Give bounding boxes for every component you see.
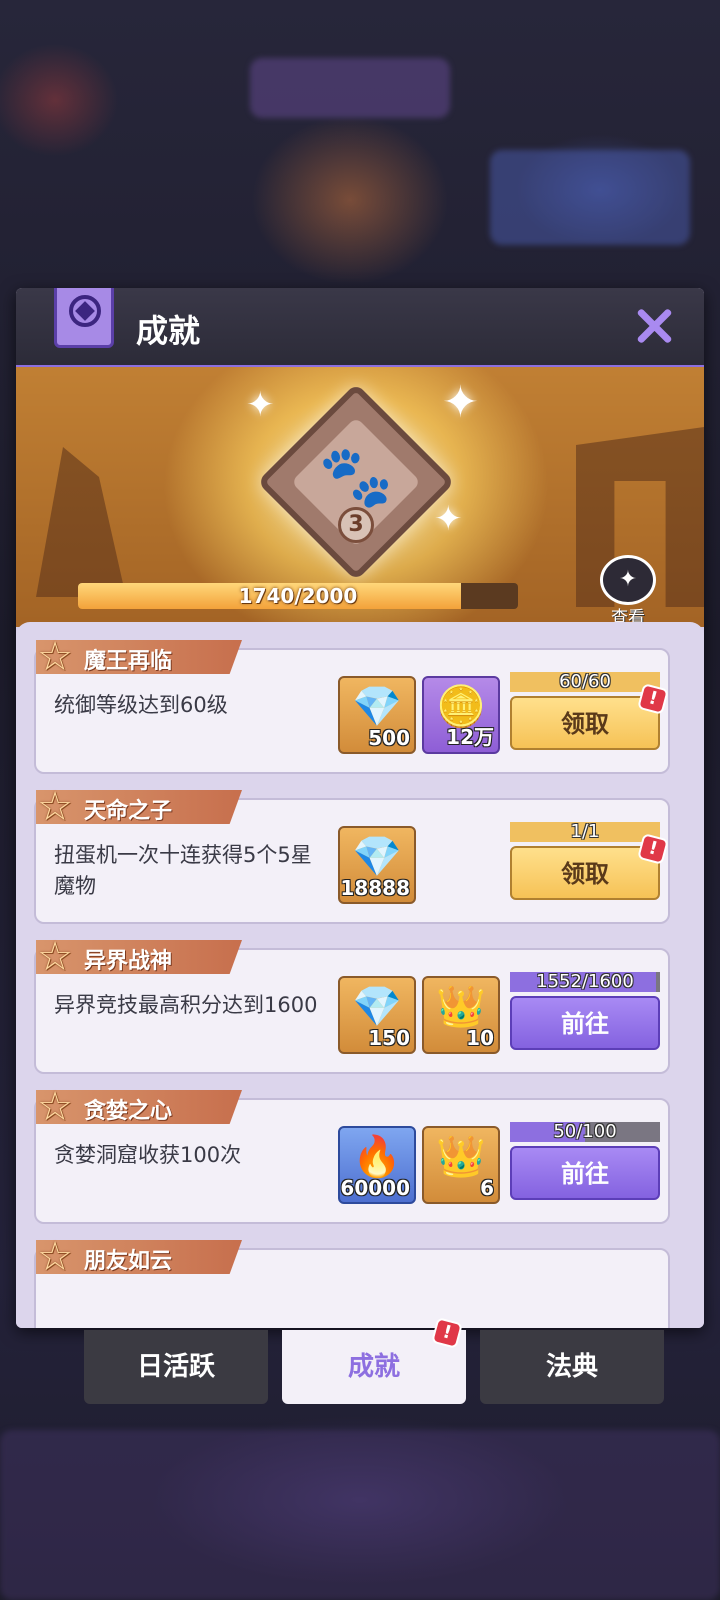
view-button[interactable]: ✦ 查看 [600,555,656,628]
desert-rock-left [36,447,126,597]
sparkle-icon: ✦ [246,385,275,425]
reward-item[interactable]: 💎 500 [338,676,416,754]
tab-achievements[interactable]: 成就! [282,1317,466,1404]
star-icon: ☆ [37,784,73,830]
achievement-name: 天命之子 [84,799,173,824]
compass-icon: ✦ [600,555,656,605]
calendar-icon [54,288,114,348]
star-icon: ☆ [37,634,73,680]
modal-header: 成就 [16,288,704,370]
background-event-banner [490,150,690,245]
close-icon[interactable] [634,306,674,346]
reward-item[interactable]: 🪙 12万 [422,676,500,754]
crystal-icon: 💎 [352,834,402,880]
reward-count: 18888 [340,876,410,900]
tab-daily-activity[interactable]: 日活跃 [84,1330,268,1404]
tab-label: 法典 [545,1352,598,1382]
alert-icon: ! [431,1317,463,1349]
go-button[interactable]: 前往 [510,1146,660,1200]
achievement-description: 扭蛋机一次十连获得5个5星魔物 [54,843,312,898]
achievement-progress-bar: 50/100 [510,1122,660,1142]
achievement-progress-text: 50/100 [553,1122,617,1142]
achievement-description: 贪婪洞窟收获100次 [54,1143,242,1167]
blue-flame-icon: 🔥 [352,1134,402,1180]
achievement-progress-bar: 1552/1600 [510,972,660,992]
crystal-icon: 💎 [352,684,402,730]
achievement-progress-text: 60/60 [559,672,611,692]
modal-title: 成就 [136,312,201,350]
star-icon: ☆ [37,934,73,980]
sparkle-icon: ✦ [434,499,463,539]
crown-medal-icon: 👑 [436,1134,486,1180]
achievement-banner: ✦ ✦ ✦ 🐾 3 1740/2000 ✦ 查看 [16,367,704,628]
achievement-progress-bar: 1/1 [510,822,660,842]
reward-count: 150 [368,1026,410,1050]
star-icon: ☆ [37,1084,73,1130]
reward-item[interactable]: 💎 18888 [338,826,416,904]
achievement-progress-text: 1552/1600 [536,972,634,992]
achievement-progress-bar: 1740/2000 [78,583,518,609]
reward-count: 12万 [446,725,494,749]
compass-emblem-icon [69,295,101,327]
achievement-name: 朋友如云 [84,1249,173,1274]
background-top-panel [250,58,450,118]
crown-medal-icon: 👑 [436,984,486,1030]
reward-item[interactable]: 👑 10 [422,976,500,1054]
star-icon: ☆ [37,1234,73,1280]
reward-count: 10 [466,1026,494,1050]
tab-label: 日活跃 [136,1352,215,1382]
achievement-card: ☆ 贪婪之心 贪婪洞窟收获100次 🔥 60000 👑 6 50/100 前往 [34,1084,670,1224]
tab-label: 成就 [347,1352,400,1382]
sparkle-icon: ✦ [442,377,479,428]
achievement-name: 贪婪之心 [84,1099,173,1124]
achievement-list[interactable]: ☆ 魔王再临 统御等级达到60级 💎 500 🪙 12万 60/60 领取! ☆ 天命之子 扭蛋机一次… [16,622,704,1328]
achievement-name: 魔王再临 [84,649,173,674]
achievement-progress-bar: 60/60 [510,672,660,692]
background-bottom-nav [0,1430,720,1600]
achievement-description: 统御等级达到60级 [54,693,228,717]
achievement-description: 异界竞技最高积分达到1600 [54,993,318,1017]
reward-count: 6 [480,1176,494,1200]
achievement-card: ☆ 天命之子 扭蛋机一次十连获得5个5星魔物 💎 18888 1/1 领取! [34,784,670,924]
achievement-progress-text: 1/1 [570,822,600,842]
achievement-name: 异界战神 [84,949,173,974]
tab-codex[interactable]: 法典 [480,1330,664,1404]
badge-level: 3 [338,507,374,543]
achievement-card: ☆ 魔王再临 统御等级达到60级 💎 500 🪙 12万 60/60 领取! [34,634,670,774]
reward-count: 500 [368,726,410,750]
reward-item[interactable]: 👑 6 [422,1126,500,1204]
achievement-card: ☆ 朋友如云 [34,1234,670,1328]
reward-item[interactable]: 🔥 60000 [338,1126,416,1204]
reward-item[interactable]: 💎 150 [338,976,416,1054]
paw-icon: 🐾 [318,442,394,512]
reward-count: 60000 [340,1176,410,1200]
achievement-card: ☆ 异界战神 异界竞技最高积分达到1600 💎 150 👑 10 1552/1600 前往 [34,934,670,1074]
achievement-modal: 成就 ✦ ✦ ✦ 🐾 3 1740/2000 ✦ 查看 ☆ 魔王再临统御等级达到6… [16,288,704,1328]
crystal-icon: 💎 [352,984,402,1030]
go-button[interactable]: 前往 [510,996,660,1050]
achievement-progress-text: 1740/2000 [238,584,358,608]
